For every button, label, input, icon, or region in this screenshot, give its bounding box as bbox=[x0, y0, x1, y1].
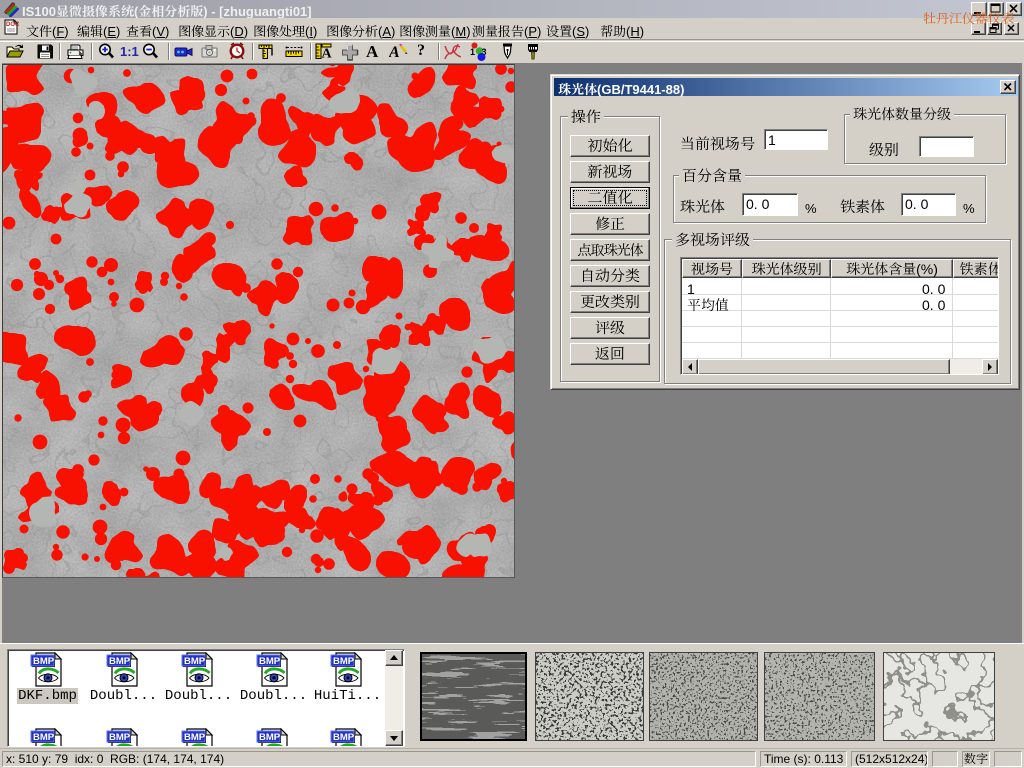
svg-text:BMP: BMP bbox=[333, 732, 355, 743]
svg-text:BMP: BMP bbox=[109, 732, 131, 743]
svg-text:A: A bbox=[389, 44, 400, 61]
svg-text:BMP: BMP bbox=[259, 732, 281, 743]
svg-text:BMP: BMP bbox=[109, 656, 131, 667]
svg-text:BMP: BMP bbox=[333, 656, 355, 667]
svg-text:BMP: BMP bbox=[184, 732, 206, 743]
svg-text:1: 1 bbox=[470, 47, 475, 57]
svg-text:BMP: BMP bbox=[259, 656, 281, 667]
svg-text:A: A bbox=[322, 47, 333, 62]
svg-text:DOC: DOC bbox=[6, 22, 19, 28]
svg-text:BMP: BMP bbox=[184, 656, 206, 667]
svg-text:BMP: BMP bbox=[33, 656, 55, 667]
svg-text:BMP: BMP bbox=[33, 732, 55, 743]
